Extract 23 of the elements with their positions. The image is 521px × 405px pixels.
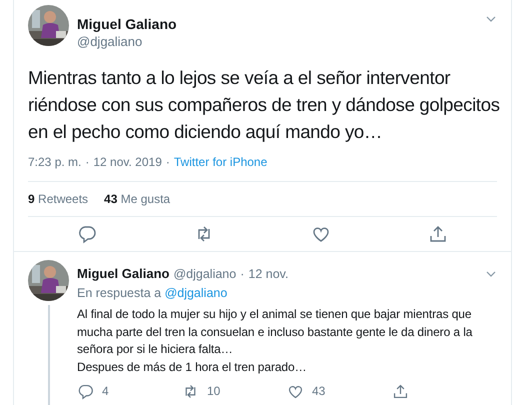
stat-count[interactable]: 9 Retweets: [28, 190, 88, 208]
author-name[interactable]: Miguel Galiano: [77, 265, 170, 283]
reply-text: Al final de todo la mujer su hijo y el animal se tienen que bajar mientras que mucha parte del tren la consuelan e incluso bastante gente le da dinero a la señora por si le hiciera falta…: [77, 306, 474, 358]
author-name[interactable]: Miguel Galiano: [77, 15, 477, 33]
separator-dot: ·: [166, 154, 170, 171]
action-count: 10: [207, 383, 220, 400]
share-icon[interactable]: [392, 382, 409, 400]
action-count: 4: [102, 383, 109, 400]
share-icon[interactable]: [428, 224, 448, 244]
reply-date: 12 nov.: [248, 266, 288, 282]
separator-dot: ·: [240, 266, 244, 282]
reply-icon[interactable]: [76, 224, 97, 244]
tweet-date: 12 nov. 2019: [93, 154, 162, 171]
action-count: 43: [312, 383, 326, 400]
stat-count[interactable]: 43 Me gusta: [104, 190, 170, 208]
author-handle[interactable]: @djgaliano: [77, 33, 477, 50]
reply-context: En respuesta a: [77, 286, 162, 300]
tweet-text: Mientras tanto a lo lejos se veía a el señor interventor riéndose con sus compañeros de tren y dándose golpecitos en el pecho como diciendo aquí mando yo…: [28, 66, 500, 144]
reply-icon[interactable]: [77, 382, 94, 400]
author-handle[interactable]: @djgaliano: [173, 266, 236, 282]
tweet-time: 7:23 p. m.: [28, 154, 82, 171]
reply-text: Despues de más de 1 hora el tren parado…: [77, 358, 308, 376]
separator-dot: ·: [85, 154, 90, 171]
